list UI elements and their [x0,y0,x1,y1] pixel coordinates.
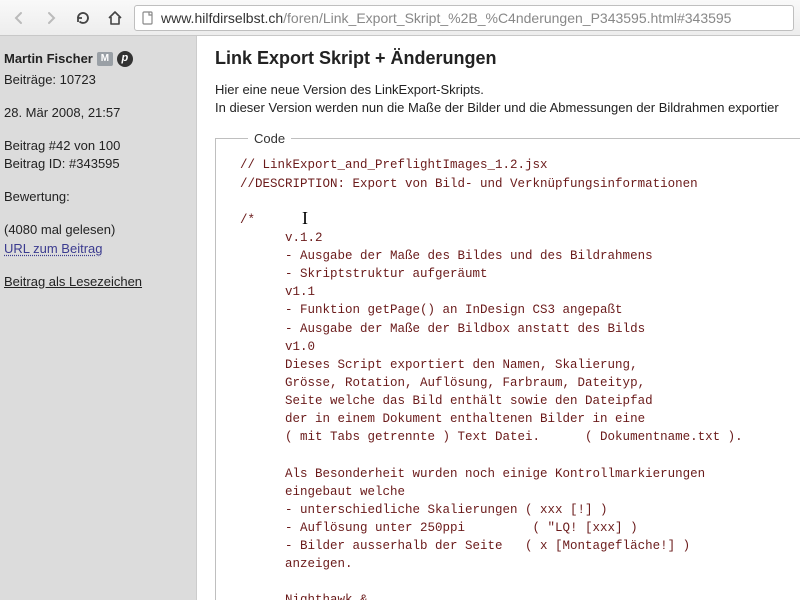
post-date: 28. Mär 2008, 21:57 [4,104,186,123]
author-name[interactable]: Martin Fischer [4,50,93,69]
post-title: Link Export Skript + Änderungen [215,48,800,69]
page-content: Martin Fischer M p Beiträge: 10723 28. M… [0,36,800,600]
code-legend: Code [248,131,291,146]
bookmark-link[interactable]: Beitrag als Lesezeichen [4,274,142,289]
back-button[interactable] [6,6,32,30]
page-icon [141,11,155,25]
moderator-badge-icon: M [97,52,113,66]
reload-button[interactable] [70,6,96,30]
post-main: Link Export Skript + Änderungen Hier ein… [196,36,800,600]
permalink[interactable]: URL zum Beitrag [4,241,103,256]
url-bar[interactable]: www.hilfdirselbst.ch/foren/Link_Export_S… [134,5,794,31]
text-cursor-icon: I [302,208,308,229]
post-intro: Hier eine neue Version des LinkExport-Sk… [215,81,800,117]
url-text: www.hilfdirselbst.ch/foren/Link_Export_S… [161,10,731,26]
code-content: // LinkExport_and_PreflightImages_1.2.js… [240,156,800,600]
post-sidebar: Martin Fischer M p Beiträge: 10723 28. M… [0,36,196,600]
code-box: Code // LinkExport_and_PreflightImages_1… [215,131,800,600]
post-number: Beitrag #42 von 100 [4,137,186,156]
profile-badge-icon: p [117,51,133,67]
post-count: Beiträge: 10723 [4,71,186,90]
post-id: Beitrag ID: #343595 [4,155,186,174]
browser-toolbar: www.hilfdirselbst.ch/foren/Link_Export_S… [0,0,800,36]
home-button[interactable] [102,6,128,30]
read-count: (4080 mal gelesen) [4,221,186,240]
forward-button[interactable] [38,6,64,30]
rating-label: Bewertung: [4,188,186,207]
